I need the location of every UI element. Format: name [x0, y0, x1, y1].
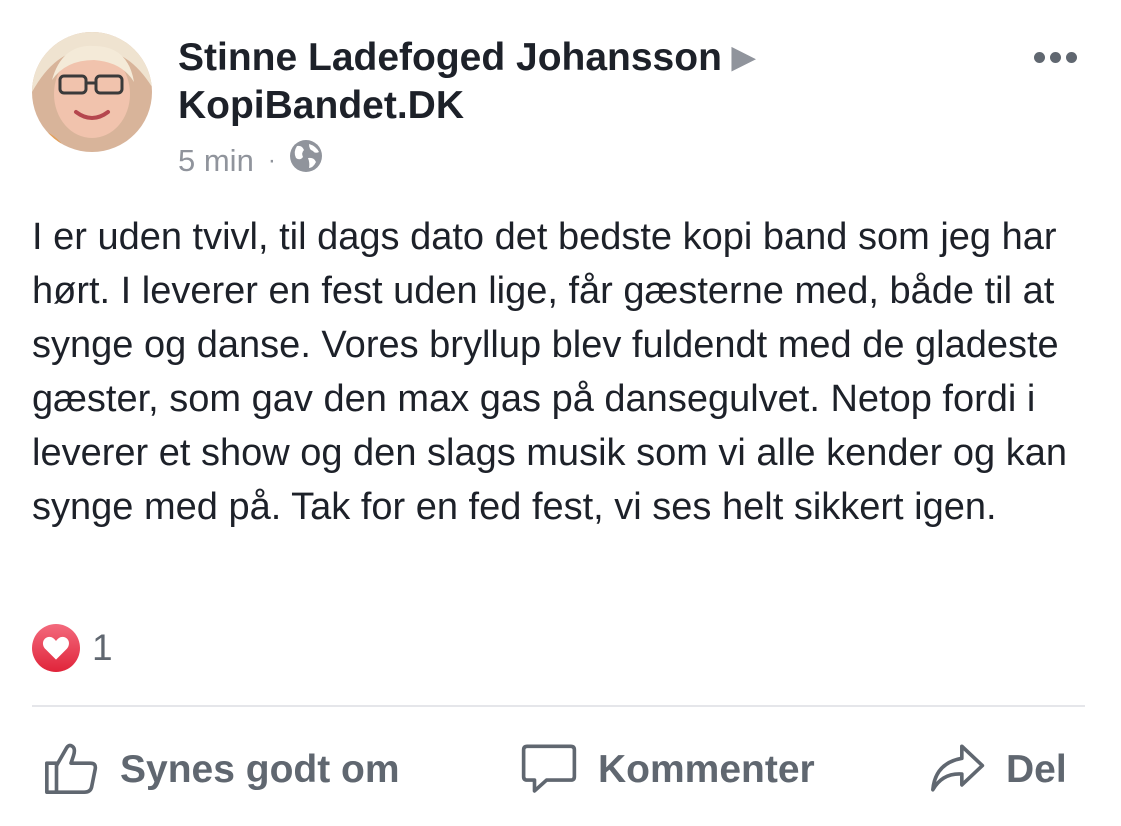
like-button[interactable]: Synes godt om	[42, 730, 400, 810]
author-line: Stinne Ladefoged Johansson ▶	[178, 34, 755, 82]
comment-bubble-icon	[520, 739, 578, 802]
comment-button[interactable]: Kommenter	[520, 730, 815, 810]
comment-label: Kommenter	[598, 748, 815, 791]
reaction-count: 1	[92, 627, 113, 668]
thumbs-up-icon	[42, 739, 100, 802]
post-meta: 5 min ·	[178, 138, 755, 184]
meta-separator: ·	[267, 147, 276, 174]
heart-icon	[32, 624, 80, 672]
divider	[32, 705, 1085, 707]
play-arrow-icon: ▶	[731, 41, 755, 74]
more-options-icon[interactable]	[1034, 52, 1077, 63]
action-bar: Synes godt om Kommenter Del	[32, 730, 1084, 810]
post-timestamp[interactable]: 5 min	[178, 141, 254, 181]
share-label: Del	[1006, 748, 1067, 791]
author-name[interactable]: Stinne Ladefoged Johansson	[178, 36, 722, 79]
post-body-text: I er uden tvivl, til dags dato det bedst…	[32, 216, 1067, 528]
target-page-name[interactable]: KopiBandet.DK	[178, 82, 755, 130]
share-arrow-icon	[928, 739, 986, 802]
share-button[interactable]: Del	[928, 730, 1067, 810]
globe-icon[interactable]	[288, 138, 324, 184]
like-label: Synes godt om	[120, 748, 400, 791]
reactions-summary[interactable]: 1	[32, 624, 113, 672]
avatar[interactable]	[32, 32, 152, 152]
post-header: Stinne Ladefoged Johansson ▶ KopiBandet.D…	[178, 34, 755, 184]
